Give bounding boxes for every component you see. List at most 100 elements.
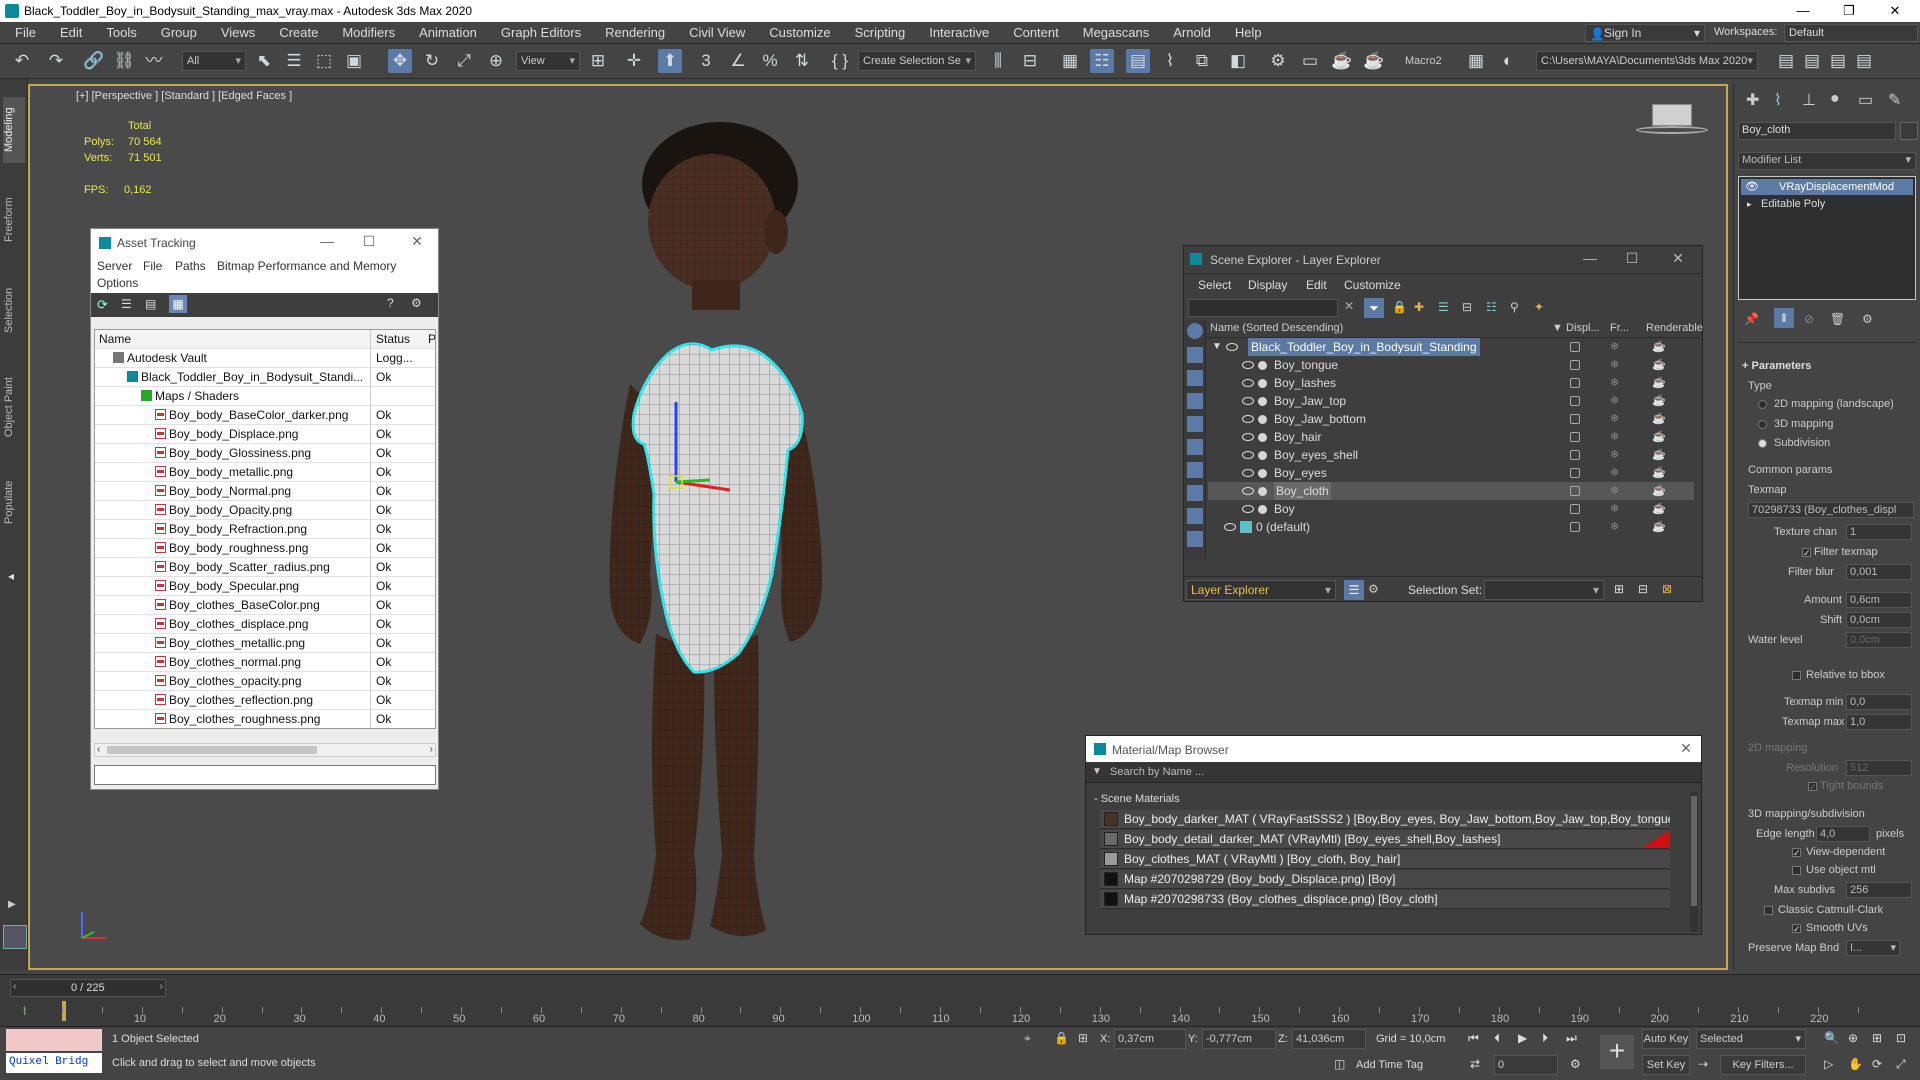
close-icon[interactable]: ✕ [407,233,427,250]
megascans-icon[interactable]: ◐ [1496,49,1520,73]
quixel-bridge-field[interactable]: Quixel Bridg [6,1053,102,1073]
menu-bitmap-performance[interactable]: Bitmap Performance and Memory [217,259,396,273]
orbit-icon[interactable]: ⟳ [1872,1057,1882,1071]
display-box-icon[interactable] [1570,450,1580,460]
minimize-icon[interactable]: — [317,233,337,249]
prev-frame-icon[interactable]: ⏴ [1494,1031,1500,1046]
renderable-teapot-icon[interactable]: ☕ [1652,446,1666,464]
edit-named-selection-icon[interactable]: { } [828,49,852,73]
object-name-field[interactable]: Boy_cloth [1738,122,1896,140]
radio-3d-mapping[interactable] [1758,420,1767,429]
asset-row[interactable]: Boy_body_metallic.png Ok [95,463,435,482]
texmap-min-spinner[interactable]: 0,0 [1846,694,1912,710]
minimize-button[interactable]: — [1780,0,1826,22]
project-icon-1[interactable]: ▤ [1774,49,1798,73]
visibility-eye-icon[interactable] [1224,523,1236,531]
play-animation-icon[interactable]: ▶ [1518,1031,1527,1045]
visibility-eye-icon[interactable] [1242,469,1254,477]
menu-graph-editors[interactable]: Graph Editors [489,22,593,44]
select-by-name-icon[interactable]: ☰ [282,49,306,73]
asset-row[interactable]: Boy_body_Refraction.png Ok [95,520,435,539]
material-vscrollbar[interactable] [1690,792,1698,932]
set-key-big-icon[interactable]: + [1600,1035,1634,1069]
menu-civil-view[interactable]: Civil View [677,22,757,44]
menu-paths[interactable]: Paths [175,259,206,273]
motion-tab-icon[interactable]: ● [1830,90,1840,108]
freeze-icon[interactable]: ❄ [1610,464,1619,482]
visibility-eye-icon[interactable] [1226,343,1238,351]
material-item[interactable]: Boy_body_detail_darker_MAT (VRayMtl) [Bo… [1100,830,1670,849]
clear-search-icon[interactable]: ✕ [1344,299,1354,313]
freeze-icon[interactable]: ❄ [1610,428,1619,446]
radio-2d-mapping[interactable] [1758,400,1767,409]
menu-help[interactable]: Help [1223,22,1274,44]
select-scale-icon[interactable]: ⤢ [452,49,476,73]
redo-icon[interactable]: ↷ [44,49,68,73]
key-filters-button[interactable]: Key Filters... [1720,1055,1806,1075]
x-coordinate-field[interactable]: 0,37cm [1114,1029,1186,1049]
scene-materials-group[interactable]: - Scene Materials [1094,793,1180,805]
display-containers-icon[interactable] [1187,531,1203,547]
explorer-type-dropdown[interactable]: Layer Explorer ▾ [1186,580,1336,600]
toggle-scene-explorer-icon[interactable]: ▦ [1058,49,1082,73]
next-frame-icon[interactable]: ⏵ [1542,1031,1548,1046]
selection-set-dropdown[interactable]: ▾ [1484,580,1604,600]
material-item[interactable]: Boy_clothes_MAT ( VRayMtl ) [Boy_cloth, … [1100,850,1670,869]
remove-modifier-icon[interactable]: 🗑 [1830,312,1845,326]
material-item[interactable]: Map #2070298733 (Boy_clothes_displace.pn… [1100,890,1670,909]
display-box-icon[interactable] [1570,468,1580,478]
unlink-icon[interactable]: ⛓ [112,49,136,73]
menu-animation[interactable]: Animation [407,22,489,44]
make-unique-icon[interactable]: ⊘ [1804,312,1814,326]
menu-create[interactable]: Create [267,22,330,44]
menu-select[interactable]: Select [1198,278,1231,292]
selection-filter-dropdown[interactable]: All [182,51,246,71]
ribbon-tab-populate[interactable]: Populate [3,469,25,535]
scene-row[interactable]: Boy_hair ❄ ☕ [1208,428,1694,446]
sort-icon[interactable]: ⊟ [1462,300,1472,314]
zoom-icon[interactable]: 🔍 [1824,1031,1839,1045]
rendered-frame-window-icon[interactable]: ▭ [1298,49,1322,73]
asset-row[interactable]: Boy_clothes_displace.png Ok [95,615,435,634]
goto-end-icon[interactable]: ⏭ [1566,1031,1577,1046]
render-setup-icon[interactable]: ⚙ [1266,49,1290,73]
render-production-icon[interactable]: ☕ [1330,49,1354,73]
display-geometry-icon[interactable] [1187,323,1203,339]
pivot-center-icon[interactable]: ⊞ [586,49,610,73]
material-search-field[interactable]: ▼ Search by Name ... [1086,763,1701,783]
view-dependent-checkbox[interactable]: ✓ [1792,848,1801,858]
hierarchy-icon[interactable]: ☷ [1486,300,1497,314]
classic-catmull-clark-checkbox[interactable] [1764,906,1773,915]
visibility-eye-icon[interactable] [1242,505,1254,513]
y-coordinate-field[interactable]: -0,777cm [1202,1029,1276,1049]
menu-rendering[interactable]: Rendering [593,22,677,44]
asset-row[interactable]: Boy_body_Normal.png Ok [95,482,435,501]
renderable-teapot-icon[interactable]: ☕ [1652,410,1666,428]
zoom-all-icon[interactable]: ⊕ [1848,1031,1858,1045]
goto-start-icon[interactable]: ⏮ [1468,1031,1479,1046]
asset-hscrollbar[interactable]: ‹ › [94,743,436,757]
asset-row[interactable]: Boy_body_BaseColor_darker.png Ok [95,406,435,425]
zoom-extents-icon[interactable]: ⊞ [1872,1031,1882,1045]
material-editor-icon[interactable]: ◧ [1226,49,1250,73]
scene-row[interactable]: Boy_tongue ❄ ☕ [1208,356,1694,374]
asset-row[interactable]: Boy_clothes_BaseColor.png Ok [95,596,435,615]
table-view-icon[interactable]: ▤ [145,297,156,311]
menu-modifiers[interactable]: Modifiers [330,22,407,44]
refresh-icon[interactable]: ⟳ [97,297,108,313]
menu-edit[interactable]: Edit [48,22,94,44]
menu-file[interactable]: File [3,22,48,44]
stack-item-vraydisplacement[interactable]: 👁 VRayDisplacementMod [1741,179,1913,195]
renderable-teapot-icon[interactable]: ☕ [1652,500,1666,518]
toggle-layer-explorer-icon[interactable]: ☷ [1090,49,1114,73]
add-time-tag[interactable]: Add Time Tag [1356,1059,1423,1071]
menu-views[interactable]: Views [209,22,267,44]
track-bar[interactable] [48,1001,1870,1025]
visibility-eye-icon[interactable] [1242,379,1254,387]
link-icon[interactable]: 🔗 [82,49,106,73]
isolate-selection-icon[interactable]: ⌖ [1024,1031,1031,1046]
expand-arrow-icon[interactable]: ▼ [1212,338,1222,356]
set-key-button[interactable]: Set Key [1642,1055,1690,1075]
menu-customize[interactable]: Customize [1344,278,1401,292]
viewport-label[interactable]: [+] [Perspective ] [Standard ] [Edged Fa… [76,90,292,102]
